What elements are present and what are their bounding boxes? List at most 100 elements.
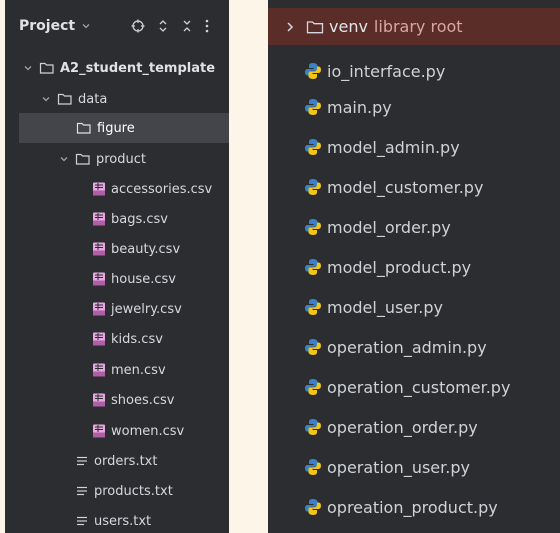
python-icon [304,338,322,356]
tree-item-label: beauty.csv [111,241,181,257]
tree-item-label: opreation_product.py [327,497,498,517]
tree-item-py-file[interactable]: operation_order.py [268,407,560,447]
python-icon [304,418,322,436]
expand-collapse-icon[interactable] [157,19,169,33]
tree-item-py-file[interactable]: model_product.py [268,247,560,287]
tree-item-py-file[interactable]: operation_customer.py [268,367,560,407]
tree-item-label: women.csv [111,423,185,439]
tree-item-txt-file[interactable]: orders.txt [5,446,229,476]
csv-file-icon [92,363,106,377]
python-icon [304,498,322,516]
chevron-down-icon[interactable] [57,154,71,164]
tree-item-csv-file[interactable]: kids.csv [5,324,229,354]
tree-item-label: men.csv [111,362,166,378]
chevron-right-icon[interactable] [282,21,298,33]
folder-icon [39,61,55,75]
tree-item-csv-file[interactable]: house.csv [5,264,229,294]
text-file-icon [75,514,89,528]
project-title[interactable]: Project [19,18,75,34]
tree-item-py-file[interactable]: io_interface.py [268,51,560,91]
csv-file-icon [92,212,106,226]
tree-item-csv-file[interactable]: beauty.csv [5,234,229,264]
tree-item-label: products.txt [94,483,173,499]
tree-item-root[interactable]: A2_student_template [5,53,229,83]
tree-item-py-file[interactable]: operation_user.py [268,447,560,487]
csv-file-icon [92,393,106,407]
tree-item-label: model_customer.py [327,177,484,197]
tree-item-label: shoes.csv [111,392,175,408]
folder-icon [306,19,324,35]
tree-item-label: model_order.py [327,217,451,237]
tree-item-label: data [78,91,108,107]
tree-item-label: io_interface.py [327,61,446,81]
tree-item-csv-file[interactable]: bags.csv [5,204,229,234]
tree-item-csv-file[interactable]: shoes.csv [5,385,229,415]
python-icon [304,258,322,276]
tree-item-label: operation_admin.py [327,337,487,357]
csv-file-icon [92,242,106,256]
tree-item-txt-file[interactable]: users.txt [5,506,229,533]
tree-item-figure[interactable]: figure [19,113,229,143]
chevron-down-icon[interactable] [21,63,35,73]
tree-item-label: bags.csv [111,211,168,227]
tree-item-label: operation_customer.py [327,377,511,397]
chevron-down-icon[interactable] [81,21,91,31]
tree-item-label: main.py [327,97,392,117]
tree-item-label: operation_user.py [327,457,470,477]
tree-item-label: accessories.csv [111,181,213,197]
tree-item-csv-file[interactable]: jewelry.csv [5,294,229,324]
tree-item-product[interactable]: product [5,144,229,174]
tree-item-label: model_admin.py [327,137,460,157]
tree-item-py-file[interactable]: model_admin.py [268,127,560,167]
csv-file-icon [92,182,106,196]
python-icon [304,178,322,196]
library-root-hint: library root [373,17,463,36]
tree-item-py-file[interactable]: model_customer.py [268,167,560,207]
csv-file-icon [92,424,106,438]
python-icon [304,98,322,116]
tree-item-label: product [96,151,147,167]
tree-item-py-file[interactable]: operation_admin.py [268,327,560,367]
folder-icon [76,121,92,135]
project-tool-window: Project A2_student_template data figure … [5,0,229,533]
tree-item-csv-file[interactable]: accessories.csv [5,174,229,204]
tree-item-label: figure [97,120,135,136]
folder-icon [57,92,73,106]
tree-item-label: house.csv [111,271,176,287]
folder-icon [75,152,91,166]
python-icon [304,378,322,396]
chevron-down-icon[interactable] [39,94,53,104]
tree-item-txt-file[interactable]: products.txt [5,476,229,506]
tree-item-py-file[interactable]: main.py [268,87,560,127]
csv-file-icon [92,302,106,316]
tree-item-label: A2_student_template [60,60,216,76]
python-icon [304,298,322,316]
tree-item-label: operation_order.py [327,417,478,437]
tree-item-label: jewelry.csv [111,301,182,317]
tree-item-csv-file[interactable]: men.csv [5,355,229,385]
project-header: Project [5,0,229,52]
csv-file-icon [92,272,106,286]
project-tree-detail: venv library root io_interface.py main.p… [268,0,560,533]
tree-item-label: model_product.py [327,257,472,277]
tree-item-label: kids.csv [111,331,163,347]
text-file-icon [75,454,89,468]
csv-file-icon [92,332,106,346]
tree-item-py-file[interactable]: model_user.py [268,287,560,327]
tree-item-label: model_user.py [327,297,443,317]
collapse-icon[interactable] [181,19,193,33]
python-icon [304,218,322,236]
tree-item-py-file[interactable]: opreation_product.py [268,487,560,527]
tree-item-data[interactable]: data [5,84,229,114]
python-icon [304,458,322,476]
text-file-icon [75,484,89,498]
python-icon [304,62,322,80]
tree-item-venv[interactable]: venv library root [268,8,560,45]
tree-item-py-file[interactable]: model_order.py [268,207,560,247]
tree-item-label: users.txt [94,513,152,529]
python-icon [304,138,322,156]
tree-item-label: orders.txt [94,453,158,469]
tree-item-csv-file[interactable]: women.csv [5,416,229,446]
target-icon[interactable] [131,19,145,33]
more-icon[interactable] [205,19,209,33]
